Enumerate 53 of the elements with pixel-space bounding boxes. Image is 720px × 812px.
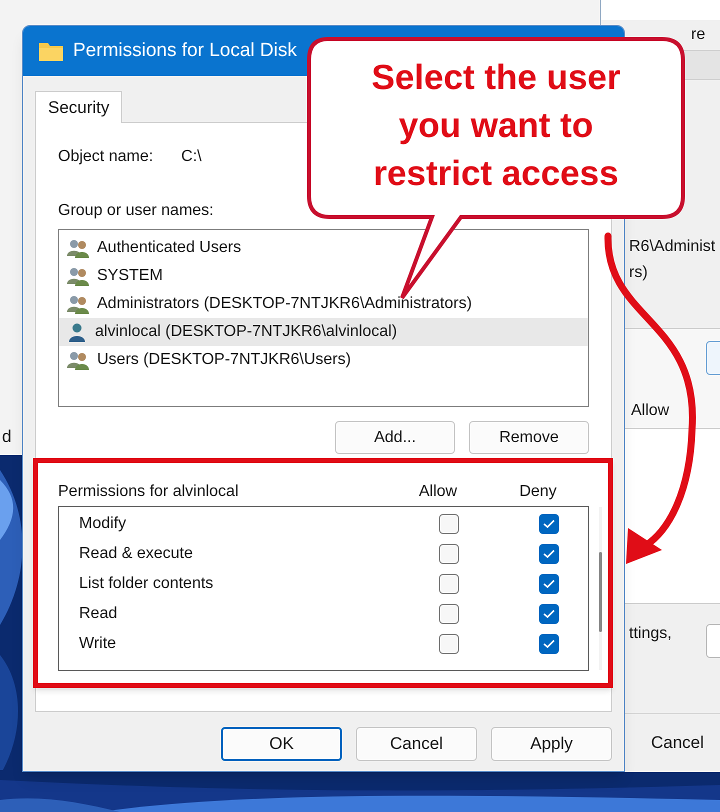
checkbox[interactable]	[439, 514, 459, 534]
user-list-item[interactable]: Administrators (DESKTOP-7NTJKR6\Administrators)	[59, 290, 588, 318]
dialog-button[interactable]: OK	[221, 727, 342, 761]
dialog-button[interactable]: Apply	[491, 727, 612, 761]
checkbox[interactable]	[439, 604, 459, 624]
field-label: Object name:	[58, 147, 154, 167]
user-group-icon	[67, 294, 89, 314]
check-icon	[543, 519, 555, 529]
user-group-icon	[67, 350, 89, 370]
checkbox[interactable]	[439, 634, 459, 654]
checkbox[interactable]	[539, 634, 559, 654]
folder-icon	[39, 41, 63, 61]
user-list-item[interactable]: SYSTEM	[59, 262, 588, 290]
window-text: ttings,	[629, 624, 672, 644]
cancel-button[interactable]: Cancel	[651, 730, 704, 756]
checkbox[interactable]	[539, 514, 559, 534]
column-header: Allow	[418, 482, 458, 502]
user-group-icon	[67, 238, 89, 258]
dialog-button[interactable]: Add...	[335, 421, 455, 454]
permission-name: Modify	[78, 514, 128, 534]
callout-text: Select the user you want to restrict access	[370, 57, 622, 195]
permission-name: Write	[78, 634, 118, 654]
tab-label[interactable]: re	[691, 23, 706, 47]
window-text: rs)	[629, 263, 649, 283]
check-icon	[543, 639, 555, 649]
section-label: Permissions for alvinlocal	[58, 482, 240, 502]
user-list-item[interactable]: alvinlocal (DESKTOP-7NTJKR6\alvinlocal)	[59, 318, 588, 346]
user-list-item[interactable]: Authenticated Users	[59, 234, 588, 262]
user-list-item[interactable]: Users (DESKTOP-7NTJKR6\Users)	[59, 346, 588, 374]
checkbox[interactable]	[439, 544, 459, 564]
window-text: d	[2, 427, 12, 446]
column-header: Allow	[631, 401, 670, 421]
column-header: Deny	[518, 482, 558, 502]
permission-name: Read & execute	[78, 544, 194, 564]
dialog-button[interactable]: Cancel	[356, 727, 477, 761]
check-icon	[543, 579, 555, 589]
user-group-icon	[67, 266, 89, 286]
checkbox[interactable]	[539, 604, 559, 624]
field-label: Group or user names:	[58, 201, 215, 221]
checkbox[interactable]	[539, 574, 559, 594]
checkbox[interactable]	[539, 544, 559, 564]
field-value: C:\	[181, 147, 202, 167]
window-text: R6\Administ	[629, 237, 716, 257]
tab[interactable]: Security	[35, 91, 122, 123]
user-icon	[67, 322, 87, 342]
check-icon	[543, 549, 555, 559]
checkbox[interactable]	[439, 574, 459, 594]
permission-name: Read	[78, 604, 118, 624]
permission-name: List folder contents	[78, 574, 214, 594]
dialog-button[interactable]: Remove	[469, 421, 589, 454]
window-title: Permissions for Local Disk	[73, 38, 297, 63]
check-icon	[543, 609, 555, 619]
scrollbar[interactable]	[599, 507, 602, 670]
